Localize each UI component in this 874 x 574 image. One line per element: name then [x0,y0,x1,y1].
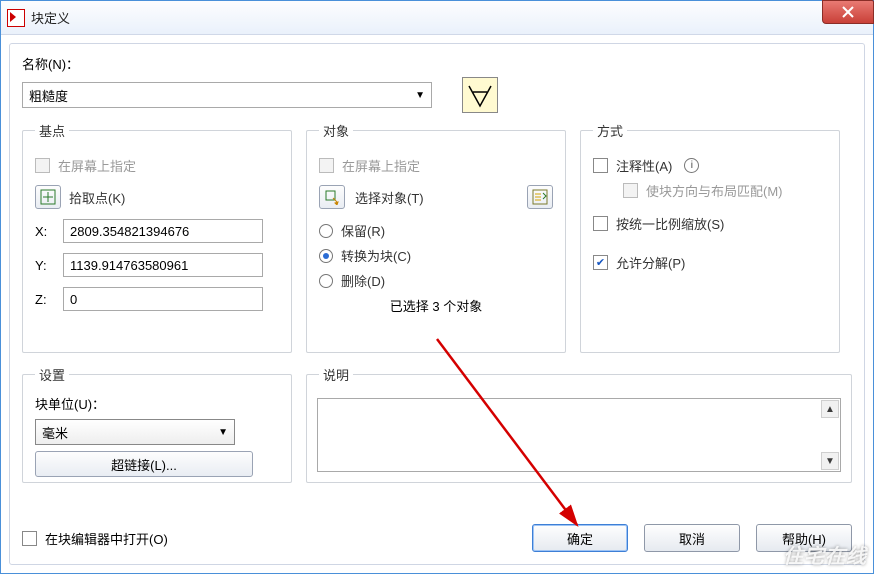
retain-radio[interactable] [319,224,333,238]
ok-button[interactable]: 确定 [532,524,628,552]
settings-legend: 设置 [35,365,69,384]
retain-label: 保留(R) [341,221,385,240]
uniform-scale-checkbox[interactable] [593,216,608,231]
window-title: 块定义 [31,8,70,27]
z-label: Z: [35,292,53,307]
mode-legend: 方式 [593,121,627,140]
quick-select-button[interactable] [527,185,553,209]
uniform-scale-label: 按统一比例缩放(S) [616,214,724,233]
scroll-down-button[interactable]: ▼ [821,452,839,470]
hyperlink-button[interactable]: 超链接(L)... [35,451,253,477]
basepoint-onscreen-checkbox [35,158,50,173]
basepoint-legend: 基点 [35,121,69,140]
objects-onscreen-label: 在屏幕上指定 [342,156,420,175]
objects-onscreen-checkbox [319,158,334,173]
select-objects-label: 选择对象(T) [355,188,424,207]
titlebar: 块定义 [1,1,873,35]
unit-value: 毫米 [42,423,68,442]
mode-group: 方式 注释性(A) i 使块方向与布局匹配(M) 按统一比例缩放(S) ✔ 允许… [580,121,840,353]
close-icon [841,5,855,19]
roughness-symbol-icon [465,80,495,110]
convert-radio[interactable] [319,249,333,263]
ok-label: 确定 [567,529,593,548]
name-combobox[interactable]: 粗糙度 ▼ [22,82,432,108]
convert-label: 转换为块(C) [341,246,411,265]
x-input[interactable] [63,219,263,243]
hyperlink-label: 超链接(L)... [111,455,177,474]
name-label: 名称(N)： [22,54,852,73]
select-objects-icon [324,189,340,205]
z-input[interactable] [63,287,263,311]
scroll-up-button[interactable]: ▲ [821,400,839,418]
annotative-checkbox[interactable] [593,158,608,173]
cancel-button[interactable]: 取消 [644,524,740,552]
open-in-editor-checkbox[interactable] [22,531,37,546]
chevron-down-icon: ▼ [415,90,425,101]
block-preview [462,77,498,113]
chevron-down-icon: ▼ [218,427,228,438]
select-objects-button[interactable] [319,185,345,209]
allow-explode-label: 允许分解(P) [616,253,685,272]
close-button[interactable] [822,0,874,24]
description-group: 说明 ▲ ▼ [306,365,852,483]
open-in-editor-label: 在块编辑器中打开(O) [45,529,168,548]
pick-point-label: 拾取点(K) [69,188,125,207]
settings-group: 设置 块单位(U)： 毫米 ▼ 超链接(L)... [22,365,292,483]
x-label: X: [35,224,53,239]
pick-point-button[interactable] [35,185,61,209]
delete-label: 删除(D) [341,271,385,290]
name-combobox-value: 粗糙度 [29,86,68,105]
description-textarea[interactable]: ▲ ▼ [317,398,841,472]
watermark: 住宅在线 [783,540,867,569]
info-icon[interactable]: i [684,158,699,173]
basepoint-group: 基点 在屏幕上指定 拾取点(K) X: Y: [22,121,292,353]
orient-checkbox [623,183,638,198]
annotative-label: 注释性(A) [616,156,672,175]
allow-explode-checkbox[interactable]: ✔ [593,255,608,270]
cancel-label: 取消 [679,529,705,548]
delete-radio[interactable] [319,274,333,288]
basepoint-onscreen-label: 在屏幕上指定 [58,156,136,175]
selected-count-note: 已选择 3 个对象 [319,296,553,315]
orient-label: 使块方向与布局匹配(M) [646,181,783,200]
app-icon [7,9,25,27]
objects-legend: 对象 [319,121,353,140]
unit-label: 块单位(U)： [35,394,279,413]
quick-select-icon [532,189,548,205]
y-label: Y: [35,258,53,273]
unit-combobox[interactable]: 毫米 ▼ [35,419,235,445]
description-legend: 说明 [319,365,353,384]
y-input[interactable] [63,253,263,277]
objects-group: 对象 在屏幕上指定 选择对象(T) [306,121,566,353]
pick-point-icon [40,189,56,205]
